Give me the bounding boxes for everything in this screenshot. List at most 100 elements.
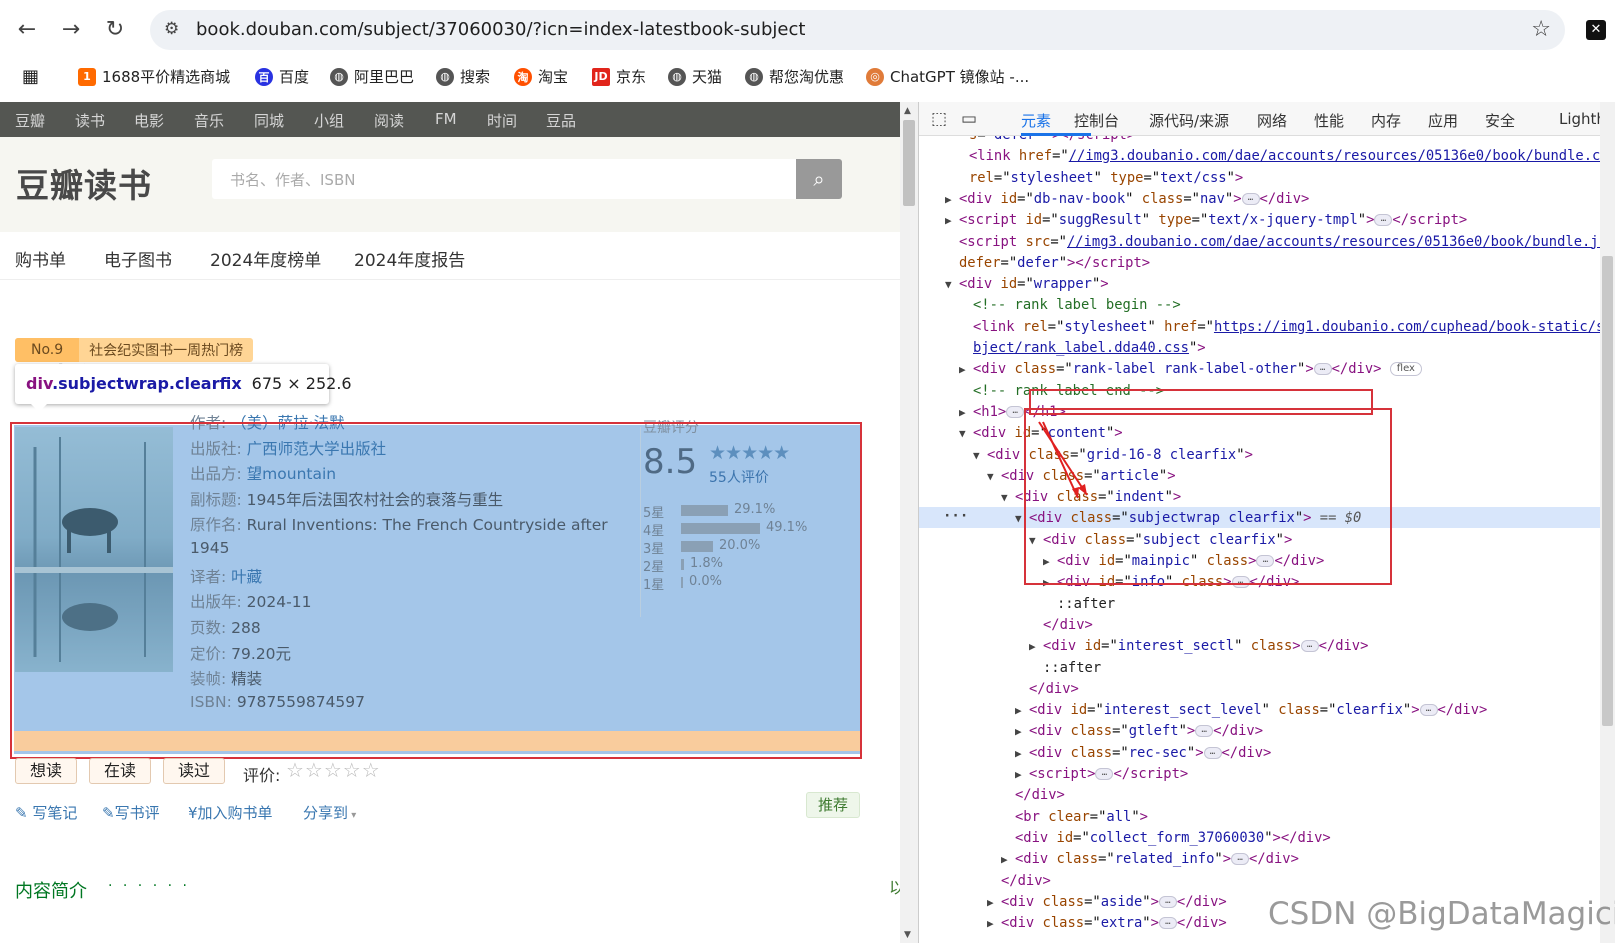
topnav-item[interactable]: 同城	[254, 110, 284, 131]
topnav-item[interactable]: 小组	[314, 110, 344, 131]
more-options-icon[interactable]: ···	[943, 508, 968, 524]
share-link[interactable]: 分享到 ▾	[303, 802, 356, 823]
dom-node-line[interactable]: s="defer" ></script>	[955, 136, 1135, 146]
eval-label: 评价:	[243, 766, 281, 785]
devtools-scroll-thumb[interactable]	[1602, 256, 1613, 726]
reload-icon[interactable]: ↻	[100, 14, 130, 44]
bookmark-1688[interactable]: 1 1688平价精选商城	[78, 66, 230, 87]
subnav-item[interactable]: 2024年度榜单	[210, 246, 321, 271]
annotation-arrows	[1038, 421, 1088, 499]
dom-node-line[interactable]: <div id="collect_form_37060030"></div>	[1001, 828, 1331, 849]
bookmark-baidu[interactable]: 百百度	[255, 66, 309, 87]
dom-node-line[interactable]: ▶ <div id="interest_sect_level" class="cl…	[1015, 700, 1487, 721]
dom-node-line[interactable]: ▶ <div class="related_info">… </div>	[1001, 849, 1299, 870]
dom-node-line[interactable]: ▶ <script id="suggResult" type="text/x-jq…	[945, 210, 1467, 231]
bookmark-chatgpt[interactable]: ◎ ChatGPT 镜像站 -...	[866, 66, 1029, 87]
apps-grid-icon[interactable]: ▦	[22, 66, 39, 87]
topnav-item[interactable]: 阅读	[374, 110, 404, 131]
tab-memory[interactable]: 内存	[1371, 110, 1401, 131]
extension-icon[interactable]: ✕	[1586, 20, 1606, 40]
dom-node-line[interactable]: defer="defer"></script>	[945, 253, 1150, 274]
bookmark-label: 1688平价精选商城	[102, 68, 231, 86]
dom-node-line[interactable]: ▶ <div class="rec-sec">… </div>	[1015, 743, 1271, 764]
tab-performance[interactable]: 性能	[1314, 110, 1344, 131]
address-bar[interactable]: ⚙ book.douban.com/subject/37060030/?icn=…	[150, 10, 1565, 50]
tab-network[interactable]: 网络	[1257, 110, 1287, 131]
scroll-up-icon[interactable]: ▲	[904, 106, 911, 116]
dom-node-line[interactable]: ::after	[1029, 658, 1101, 679]
tab-application[interactable]: 应用	[1428, 110, 1458, 131]
back-arrow-icon[interactable]: ←	[12, 14, 42, 44]
read-button[interactable]: 读过	[163, 758, 226, 784]
search-placeholder: 书名、作者、ISBN	[230, 171, 356, 189]
tab-sources[interactable]: 源代码/来源	[1149, 110, 1229, 131]
dom-node-line[interactable]: bject/rank_label.dda40.css">	[959, 338, 1206, 359]
scroll-down-icon[interactable]: ▼	[904, 930, 911, 940]
bookmark-deals[interactable]: ◍ 帮您淘优惠	[745, 66, 844, 87]
tooltip-classes: .subjectwrap.clearfix	[52, 374, 242, 393]
search-input[interactable]: 书名、作者、ISBN	[212, 159, 797, 199]
dom-node-line[interactable]: ▶ <div class="extra">… </div>	[987, 913, 1227, 934]
dom-node-line[interactable]: <!-- rank label begin -->	[959, 295, 1181, 316]
dom-node-line[interactable]: ▶ <div class="aside">… </div>	[987, 892, 1227, 913]
dom-node-line[interactable]: </div>	[987, 871, 1051, 892]
bookmark-taobao[interactable]: 淘淘宝	[514, 66, 568, 87]
site-header: 豆瓣读书 书名、作者、ISBN ⌕	[0, 137, 900, 232]
reading-button[interactable]: 在读	[89, 758, 152, 784]
intro-dots: · · · · · ·	[108, 878, 190, 894]
site-logo[interactable]: 豆瓣读书	[16, 159, 152, 207]
topnav-item[interactable]: 豆品	[546, 110, 576, 131]
subnav-item[interactable]: 购书单	[15, 246, 66, 271]
topnav-item[interactable]: 豆瓣	[15, 110, 45, 131]
subnav-item[interactable]: 2024年度报告	[354, 246, 465, 271]
url-text[interactable]: book.douban.com/subject/37060030/?icn=in…	[196, 19, 805, 40]
dom-node-line[interactable]: <link rel="stylesheet" href="https://img…	[959, 317, 1613, 338]
page-scrollbar[interactable]: ▲ ▼	[900, 102, 918, 943]
tab-security[interactable]: 安全	[1485, 110, 1515, 131]
want-read-button[interactable]: 想读	[15, 758, 78, 784]
dom-node-line[interactable]: ▶ <div class="rank-label rank-label-other…	[959, 359, 1422, 380]
dom-node-line[interactable]: ▶ <script>… </script>	[1015, 764, 1188, 785]
topnav-item[interactable]: 时间	[487, 110, 517, 131]
write-review-link[interactable]: ✎写书评	[102, 802, 160, 823]
topnav-item[interactable]: FM	[435, 110, 457, 128]
site-settings-icon[interactable]: ⚙	[164, 19, 179, 39]
recommend-button[interactable]: 推荐	[806, 792, 860, 818]
write-note-link[interactable]: ✎ 写笔记	[15, 802, 77, 823]
dom-node-line[interactable]: ▶ <div id="interest_sectl" class>… </div>	[1029, 636, 1368, 657]
tab-elements[interactable]: 元素	[1021, 110, 1051, 131]
add-booklist-link[interactable]: ¥加入购书单	[188, 802, 273, 823]
dom-node-line[interactable]: ▼ <div id="wrapper">	[945, 274, 1109, 295]
bookmark-alibaba[interactable]: ◍ 阿里巴巴	[330, 66, 414, 87]
bookmark-search[interactable]: ◍ 搜索	[436, 66, 490, 87]
bookmark-jd[interactable]: JD 京东	[592, 66, 646, 87]
tab-lighthouse[interactable]: Lighth	[1559, 110, 1606, 128]
dom-node-line[interactable]: <script src="//img3.doubanio.com/dae/acc…	[945, 232, 1615, 253]
eval-stars-input[interactable]: ☆☆☆☆☆	[286, 758, 381, 782]
dom-node-line[interactable]: rel="stylesheet" type="text/css">	[955, 168, 1243, 189]
site-sub-nav: 购书单 电子图书 2024年度榜单 2024年度报告	[0, 232, 900, 280]
page-scroll-thumb[interactable]	[903, 120, 915, 206]
dom-node-line[interactable]: <br clear="all">	[1001, 807, 1148, 828]
subnav-item[interactable]: 电子图书	[104, 246, 172, 271]
search-button[interactable]: ⌕	[796, 159, 842, 199]
dom-node-line[interactable]: </div>	[1029, 615, 1093, 636]
bookmark-star-icon[interactable]: ☆	[1531, 17, 1551, 42]
dom-node-line[interactable]: </div>	[1001, 785, 1065, 806]
tab-console[interactable]: 控制台	[1074, 110, 1119, 131]
device-toolbar-icon[interactable]: ▭	[961, 109, 977, 129]
baidu-paw-icon: 百	[255, 67, 273, 86]
bookmark-label: 帮您淘优惠	[769, 68, 845, 86]
dom-node-line[interactable]: ▶ <div id="db-nav-book" class="nav">… </di…	[945, 189, 1309, 210]
dom-node-line[interactable]: <link href="//img3.doubanio.com/dae/acco…	[955, 146, 1615, 167]
forward-arrow-icon[interactable]: →	[56, 14, 86, 44]
dom-node-line[interactable]: </div>	[1015, 679, 1079, 700]
topnav-item[interactable]: 电影	[134, 110, 164, 131]
inspect-element-icon[interactable]: ⬚	[931, 109, 947, 129]
topnav-item[interactable]: 音乐	[194, 110, 224, 131]
devtools-scrollbar[interactable]	[1600, 102, 1615, 943]
topnav-item[interactable]: 读书	[75, 110, 105, 131]
dom-node-line[interactable]: ▶ <div class="gtleft">… </div>	[1015, 721, 1263, 742]
dom-node-line[interactable]: ::after	[1043, 594, 1115, 615]
bookmark-tmall[interactable]: ◍ 天猫	[668, 66, 722, 87]
